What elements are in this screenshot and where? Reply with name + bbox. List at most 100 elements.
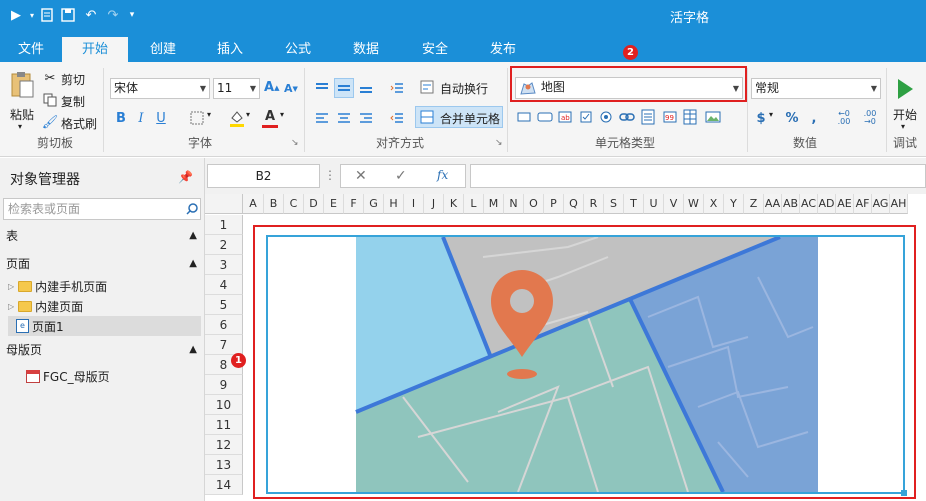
row-header[interactable]: 14 xyxy=(205,475,243,495)
column-header[interactable]: Z xyxy=(744,194,764,214)
align-left-icon[interactable] xyxy=(312,108,332,128)
column-header[interactable]: AC xyxy=(800,194,818,214)
column-header[interactable]: X xyxy=(704,194,724,214)
align-top-icon[interactable] xyxy=(312,78,332,98)
checkbox-celltype-icon[interactable] xyxy=(578,110,594,124)
column-header[interactable]: O xyxy=(524,194,544,214)
select-all-corner[interactable] xyxy=(205,194,243,214)
row-header[interactable]: 1 xyxy=(205,215,243,235)
column-header[interactable]: T xyxy=(624,194,644,214)
run-dropdown-icon[interactable]: ▾ xyxy=(24,6,40,24)
column-header[interactable]: AB xyxy=(782,194,800,214)
column-header[interactable]: P xyxy=(544,194,564,214)
format-painter-button[interactable]: 格式刷 xyxy=(61,115,97,132)
start-debug-button[interactable]: 开始 xyxy=(893,106,917,123)
formula-input[interactable] xyxy=(470,164,926,188)
fill-color-dropdown-icon[interactable]: ▾ xyxy=(246,110,250,119)
column-header[interactable]: B xyxy=(264,194,284,214)
tab-data[interactable]: 数据 xyxy=(341,37,391,62)
new-file-icon[interactable] xyxy=(39,6,55,24)
format-painter-icon[interactable]: 🖌 xyxy=(42,114,59,130)
column-header[interactable]: F xyxy=(344,194,364,214)
save-icon[interactable] xyxy=(60,6,76,24)
column-header[interactable]: U xyxy=(644,194,664,214)
run-icon[interactable]: ▶ xyxy=(8,6,24,24)
paste-button[interactable]: 粘贴 xyxy=(10,106,34,123)
border-icon[interactable] xyxy=(188,109,206,127)
underline-icon[interactable]: U xyxy=(154,109,168,127)
cut-button[interactable]: 剪切 xyxy=(61,71,85,88)
table-celltype-icon[interactable] xyxy=(682,108,698,126)
number-format-select[interactable]: 常规 ▼ xyxy=(751,78,881,99)
fill-color-icon[interactable] xyxy=(228,108,246,128)
increase-decimal-icon[interactable]: ←0.00 xyxy=(834,108,854,128)
pages-section-header[interactable]: 页面 ▲ xyxy=(0,253,205,275)
row-header[interactable]: 11 xyxy=(205,415,243,435)
column-header[interactable]: AH xyxy=(890,194,908,214)
merge-cells-button[interactable]: 合并单元格 xyxy=(415,106,503,128)
tables-section-header[interactable]: 表 ▲ xyxy=(0,225,205,247)
hyperlink-celltype-icon[interactable] xyxy=(618,110,636,124)
align-center-icon[interactable] xyxy=(334,108,354,128)
redo-icon[interactable]: ↷ xyxy=(105,6,121,24)
paste-icon[interactable] xyxy=(8,70,36,100)
column-header[interactable]: K xyxy=(444,194,464,214)
tab-formula[interactable]: 公式 xyxy=(273,37,323,62)
align-middle-icon[interactable] xyxy=(334,78,354,98)
start-debug-dropdown-icon[interactable]: ▾ xyxy=(901,122,905,131)
row-header[interactable]: 5 xyxy=(205,295,243,315)
column-header[interactable]: H xyxy=(384,194,404,214)
column-header[interactable]: E xyxy=(324,194,344,214)
column-header[interactable]: D xyxy=(304,194,324,214)
indent-icon[interactable] xyxy=(387,78,407,98)
paste-dropdown-icon[interactable]: ▾ xyxy=(18,122,22,131)
column-header[interactable]: L xyxy=(464,194,484,214)
image-celltype-icon[interactable] xyxy=(704,110,722,124)
tab-create[interactable]: 创建 xyxy=(138,37,188,62)
column-header[interactable]: C xyxy=(284,194,304,214)
row-header[interactable]: 10 xyxy=(205,395,243,415)
column-header[interactable]: I xyxy=(404,194,424,214)
row-header[interactable]: 3 xyxy=(205,255,243,275)
radio-celltype-icon[interactable] xyxy=(598,110,614,124)
tree-item-builtin-mobile-page[interactable]: ▷ 内建手机页面 xyxy=(8,276,107,296)
tree-item-master-page[interactable]: FGC_母版页 xyxy=(26,366,110,386)
tree-item-page1[interactable]: e 页面1 xyxy=(8,316,201,336)
confirm-icon[interactable]: ✓ xyxy=(395,168,407,184)
pin-icon[interactable]: 📌 xyxy=(178,170,193,184)
percent-icon[interactable]: % xyxy=(784,108,800,128)
tab-security[interactable]: 安全 xyxy=(410,37,460,62)
label-celltype-icon[interactable]: ab xyxy=(557,110,573,124)
border-dropdown-icon[interactable]: ▾ xyxy=(207,110,211,119)
customize-toolbar-icon[interactable]: ▾ xyxy=(124,6,140,24)
column-header[interactable]: G xyxy=(364,194,384,214)
row-header[interactable]: 9 xyxy=(205,375,243,395)
bold-icon[interactable]: B xyxy=(114,109,128,127)
row-header[interactable]: 2 xyxy=(205,235,243,255)
tab-insert[interactable]: 插入 xyxy=(205,37,255,62)
column-header[interactable]: AD xyxy=(818,194,836,214)
cut-icon[interactable]: ✂ xyxy=(42,70,58,86)
button-celltype-icon[interactable] xyxy=(536,110,554,124)
font-size-select[interactable]: 11 ▼ xyxy=(213,78,260,99)
increase-font-icon[interactable]: A ▲ xyxy=(264,80,279,95)
column-header[interactable]: R xyxy=(584,194,604,214)
align-bottom-icon[interactable] xyxy=(356,78,376,98)
tree-item-builtin-page[interactable]: ▷ 内建页面 xyxy=(8,296,83,316)
textbox-celltype-icon[interactable] xyxy=(516,110,532,124)
column-header[interactable]: AE xyxy=(836,194,854,214)
wrap-text-icon[interactable] xyxy=(418,78,436,96)
alignment-dialog-launcher-icon[interactable]: ↘ xyxy=(495,138,503,148)
tab-file[interactable]: 文件 xyxy=(6,37,56,62)
italic-icon[interactable]: I xyxy=(134,109,148,127)
decrease-decimal-icon[interactable]: .00 →0 xyxy=(860,108,880,128)
column-header[interactable]: W xyxy=(684,194,704,214)
column-header[interactable]: AA xyxy=(764,194,782,214)
copy-button[interactable]: 复制 xyxy=(61,93,85,110)
currency-icon[interactable]: $ xyxy=(754,108,768,128)
row-header[interactable]: 4 xyxy=(205,275,243,295)
decrease-font-icon[interactable]: A ▼ xyxy=(284,82,298,95)
search-input[interactable]: 检索表或页面 xyxy=(3,198,201,220)
font-color-icon[interactable]: A xyxy=(262,108,278,128)
column-header[interactable]: Y xyxy=(724,194,744,214)
